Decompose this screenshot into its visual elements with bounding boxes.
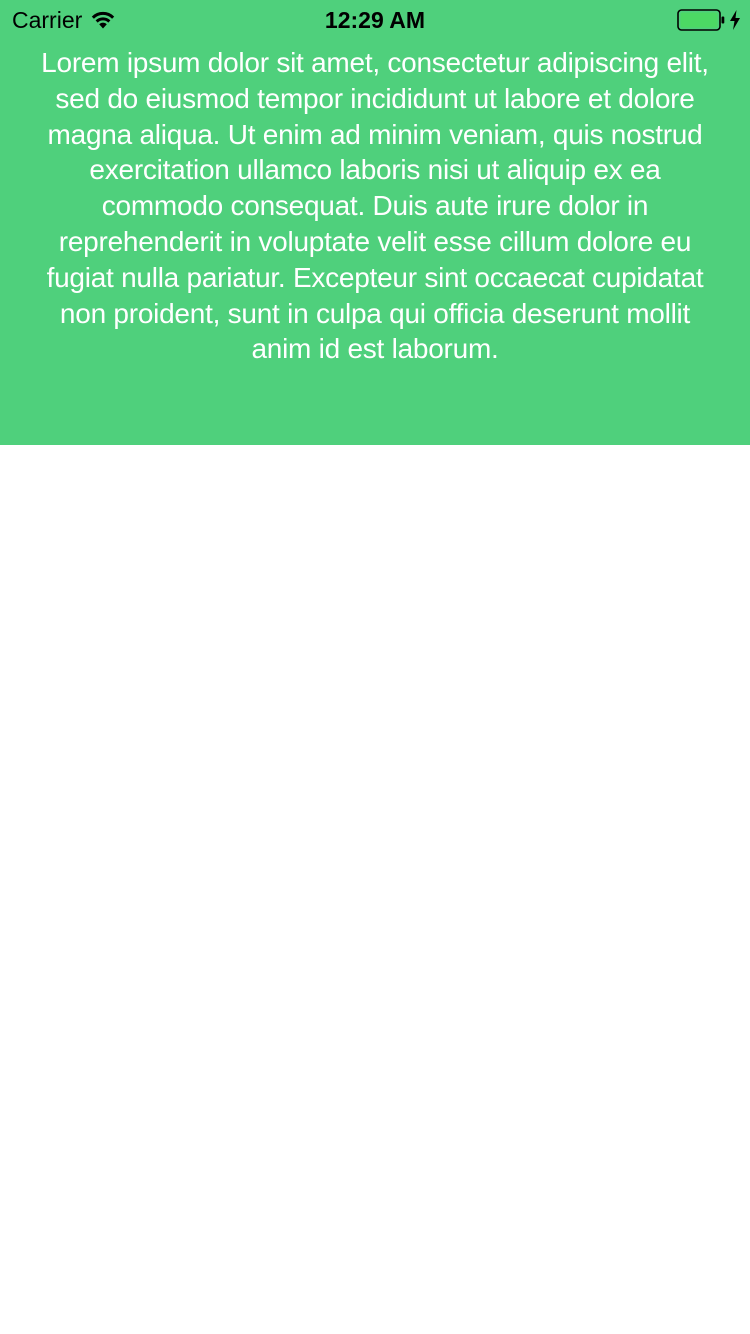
lorem-ipsum-text: Lorem ipsum dolor sit amet, consectetur … [41, 47, 709, 365]
battery-icon [677, 9, 725, 31]
status-bar: Carrier 12:29 AM [0, 0, 750, 40]
green-header-panel: Carrier 12:29 AM Lorem ipsum dolor sit a… [0, 0, 750, 445]
charging-bolt-icon [730, 10, 740, 30]
battery-group [677, 9, 741, 31]
app-screen: Carrier 12:29 AM Lorem ipsum dolor sit a… [0, 0, 750, 1334]
clock: 12:29 AM [324, 7, 426, 33]
